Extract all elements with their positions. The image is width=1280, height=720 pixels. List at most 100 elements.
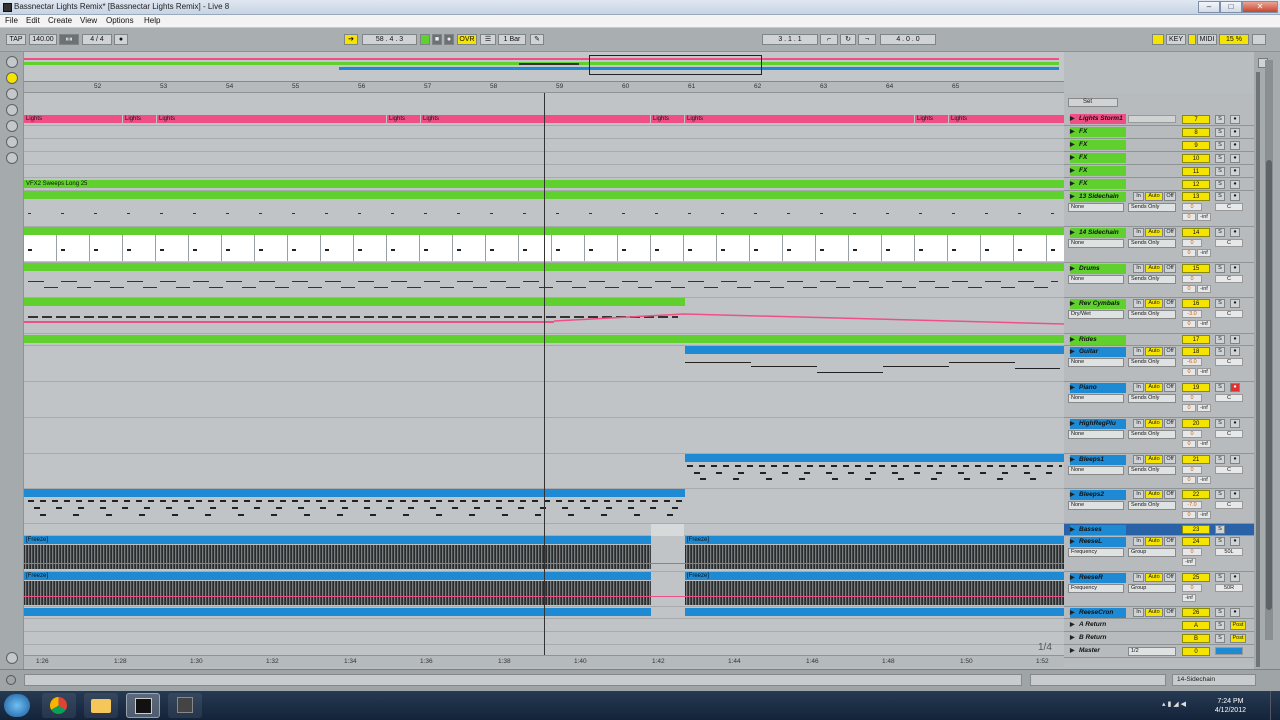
cue-volume[interactable]	[1215, 647, 1243, 655]
output-select[interactable]: Sends Only	[1128, 203, 1176, 212]
monitor-auto-button[interactable]: Auto	[1145, 608, 1163, 617]
explorer-folder-icon[interactable]	[84, 693, 118, 718]
tap-button[interactable]: TAP	[6, 34, 26, 45]
input-select[interactable]: None	[1068, 203, 1124, 212]
master-name[interactable]: Master	[1070, 646, 1126, 656]
system-clock[interactable]: 7:24 PM 4/12/2012	[1215, 697, 1246, 715]
song-position-field[interactable]: 58 . 4 . 3	[362, 34, 417, 45]
track-reeser[interactable]: ReeseR In Auto Off 25 S ● Frequency Grou…	[1064, 572, 1254, 607]
track-name[interactable]: HighRegPlu	[1070, 419, 1126, 429]
pan-field[interactable]: C	[1215, 501, 1243, 509]
track-piano[interactable]: Piano In Auto Off 19 S ● None Sends Only…	[1064, 382, 1254, 418]
automation-arm-icon[interactable]: ☰	[480, 34, 496, 45]
output-select[interactable]: Group	[1128, 548, 1176, 557]
clip-reesecron[interactable]	[24, 608, 651, 616]
monitor-off-button[interactable]: Off	[1164, 228, 1176, 237]
arm-button[interactable]: ●	[1230, 608, 1240, 617]
monitor-off-button[interactable]: Off	[1164, 264, 1176, 273]
chrome-icon[interactable]	[42, 693, 76, 718]
track-13-sidechain[interactable]: 13 Sidechain In Auto Off 13 S ● None Sen…	[1064, 191, 1254, 227]
solo-button[interactable]: S	[1215, 228, 1225, 237]
send-field[interactable]: 0	[1182, 368, 1196, 376]
track-activator[interactable]: 24	[1182, 537, 1210, 546]
monitor-in-button[interactable]: In	[1133, 347, 1144, 356]
output-select[interactable]: Sends Only	[1128, 466, 1176, 475]
track-fx[interactable]: FX 10 S ●	[1064, 152, 1254, 165]
menu-help[interactable]: Help	[144, 16, 160, 25]
track-activator[interactable]: 21	[1182, 455, 1210, 464]
punch-out-icon[interactable]: ¬	[858, 34, 876, 45]
track-activator[interactable]: 25	[1182, 573, 1210, 582]
volume-field[interactable]: 0	[1182, 394, 1202, 402]
media-taskbar-icon[interactable]	[168, 693, 202, 718]
clip-lights[interactable]: Lights	[157, 115, 386, 123]
monitor-auto-button[interactable]: Auto	[1145, 383, 1163, 392]
track-b-return[interactable]: B Return B S Post	[1064, 632, 1254, 645]
volume-field[interactable]: -3.0	[1182, 310, 1202, 318]
output-select[interactable]: Sends Only	[1128, 310, 1176, 319]
monitor-auto-button[interactable]: Auto	[1145, 537, 1163, 546]
post-button[interactable]: Post	[1230, 621, 1246, 630]
return-name[interactable]: A Return	[1070, 620, 1126, 630]
beat-ruler[interactable]: 52 53 54 55 56 57 58 59 60 61 62 63 64 6…	[24, 82, 1064, 93]
volume-field[interactable]: 0	[1182, 466, 1202, 474]
solo-button[interactable]: S	[1215, 621, 1225, 630]
monitor-auto-button[interactable]: Auto	[1145, 192, 1163, 201]
clip-guitar[interactable]	[685, 346, 1064, 354]
output-select[interactable]: Sends Only	[1128, 394, 1176, 403]
arm-button[interactable]: ●	[1230, 228, 1240, 237]
send-field[interactable]: 0	[1182, 249, 1196, 257]
minimize-icon[interactable]: –	[1198, 1, 1220, 13]
overview-viewport[interactable]	[589, 55, 762, 75]
solo-button[interactable]: S	[1215, 634, 1225, 643]
send-field[interactable]: 0	[1182, 213, 1196, 221]
monitor-in-button[interactable]: In	[1133, 383, 1144, 392]
pan-field[interactable]: C	[1215, 275, 1243, 283]
hot-swap-icon[interactable]	[6, 152, 18, 164]
monitor-off-button[interactable]: Off	[1164, 299, 1176, 308]
punch-in-icon[interactable]: ⌐	[820, 34, 838, 45]
pan-field[interactable]: C	[1215, 430, 1243, 438]
automation-select[interactable]: Dry/Wet	[1068, 310, 1124, 319]
solo-button[interactable]: S	[1215, 383, 1225, 392]
track-activator[interactable]: 8	[1182, 128, 1210, 137]
track-fx[interactable]: FX 8 S ●	[1064, 126, 1254, 139]
solo-button[interactable]: S	[1215, 455, 1225, 464]
solo-button[interactable]: S	[1215, 525, 1225, 534]
menu-create[interactable]: Create	[48, 16, 72, 25]
solo-button[interactable]: S	[1215, 192, 1225, 201]
monitor-off-button[interactable]: Off	[1164, 608, 1176, 617]
clip-reesel[interactable]: [Freeze]	[24, 536, 651, 544]
draw-mode-icon[interactable]: ✎	[530, 34, 544, 45]
track-basses-group[interactable]: Basses 23 S	[1064, 524, 1254, 536]
clip-lights[interactable]: Lights	[949, 115, 1064, 123]
track-activator[interactable]: 23	[1182, 525, 1210, 534]
monitor-auto-button[interactable]: Auto	[1145, 299, 1163, 308]
loop-length-field[interactable]: 4 . 0 . 0	[880, 34, 936, 45]
track-name[interactable]: FX	[1070, 166, 1126, 176]
track-name[interactable]: Rides	[1070, 335, 1126, 345]
file-browser-icon-3[interactable]	[6, 136, 18, 148]
track-name[interactable]: Bleeps1	[1070, 455, 1126, 465]
track-rev-cymbals[interactable]: Rev Cymbals In Auto Off 16 S ● Dry/Wet S…	[1064, 298, 1254, 334]
solo-button[interactable]: S	[1215, 167, 1225, 176]
input-select[interactable]: None	[1068, 394, 1124, 403]
track-activator[interactable]: 18	[1182, 347, 1210, 356]
track-a-return[interactable]: A Return A S Post	[1064, 619, 1254, 632]
track-name[interactable]: ReeseL	[1070, 537, 1126, 547]
live-taskbar-icon[interactable]	[126, 693, 160, 718]
solo-button[interactable]: S	[1215, 537, 1225, 546]
post-button[interactable]: Post	[1230, 634, 1246, 643]
clip-lights[interactable]: Lights	[421, 115, 650, 123]
send-field[interactable]: 0	[1182, 285, 1196, 293]
track-name[interactable]: 13 Sidechain	[1070, 192, 1126, 202]
clip-rev-cymbals[interactable]	[24, 298, 685, 306]
monitor-in-button[interactable]: In	[1133, 264, 1144, 273]
track-name[interactable]: ReeseCron	[1070, 608, 1126, 618]
monitor-off-button[interactable]: Off	[1164, 419, 1176, 428]
pan-field[interactable]: 50L	[1215, 548, 1243, 556]
monitor-in-button[interactable]: In	[1133, 490, 1144, 499]
monitor-in-button[interactable]: In	[1133, 192, 1144, 201]
set-button[interactable]: Set	[1068, 98, 1118, 107]
solo-button[interactable]: S	[1215, 154, 1225, 163]
